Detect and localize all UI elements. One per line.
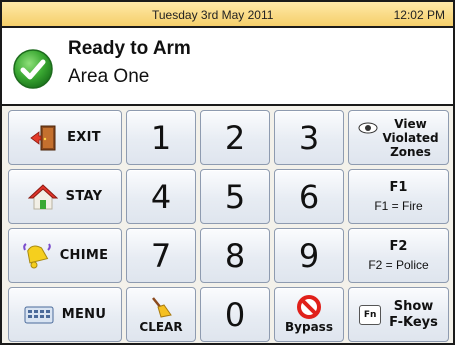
f2-label: F2 [389,238,408,254]
status-date: Tuesday 3rd May 2011 [152,8,274,22]
stay-button[interactable]: STAY [8,169,122,224]
digit-label: 3 [298,118,320,157]
view-line-1: View [394,116,427,131]
digit-0-button[interactable]: 0 [200,287,270,342]
chime-button[interactable]: CHIME [8,228,122,283]
f1-label: F1 [389,179,408,195]
status-time: 12:02 PM [393,8,445,22]
status-bar: Tuesday 3rd May 2011 12:02 PM [2,2,453,28]
show-line-2: F-Keys [389,314,438,330]
digit-label: 5 [224,177,246,216]
digit-3-button[interactable]: 3 [274,110,344,165]
arm-area-name: Area One [68,66,150,87]
f2-button[interactable]: F2 F2 = Police [348,228,449,283]
digit-2-button[interactable]: 2 [200,110,270,165]
view-violated-zones-label: View Violated Zones [382,117,438,159]
arm-status-title: Ready to Arm [68,38,191,59]
digit-8-button[interactable]: 8 [200,228,270,283]
show-f-keys-button[interactable]: Fn Show F-Keys [348,287,449,342]
broom-icon [152,296,172,318]
arm-status-panel: Ready to Arm Area One [2,28,453,106]
digit-5-button[interactable]: 5 [200,169,270,224]
clear-label: CLEAR [139,319,183,334]
chime-label: CHIME [59,248,109,263]
digit-label: 4 [150,177,172,216]
keypad: EXIT 1 2 3 View Violated Zones STAY 4 5 … [8,110,449,343]
stay-label: STAY [65,189,103,204]
digit-9-button[interactable]: 9 [274,228,344,283]
exit-door-icon [30,125,56,150]
bypass-label: Bypass [285,320,333,334]
view-line-2: Violated [382,130,439,145]
f1-button[interactable]: F1 F1 = Fire [348,169,449,224]
house-icon [27,183,58,209]
eye-icon [358,122,378,133]
bypass-button[interactable]: Bypass [274,287,344,342]
digit-label: 2 [224,118,246,157]
clear-button[interactable]: CLEAR [126,287,196,342]
fn-key-icon-text: Fn [363,309,377,320]
checkmark-icon [13,49,53,89]
digit-label: 6 [298,177,320,216]
keyboard-icon [24,306,54,323]
show-f-keys-label: Show F-Keys [389,299,438,331]
digit-label: 1 [150,118,172,157]
fn-key-icon: Fn [359,304,382,325]
digit-7-button[interactable]: 7 [126,228,196,283]
digit-label: 0 [224,295,246,334]
no-entry-icon [297,295,321,319]
view-violated-zones-button[interactable]: View Violated Zones [348,110,449,165]
digit-6-button[interactable]: 6 [274,169,344,224]
digit-label: 9 [298,236,320,275]
show-line-1: Show [393,298,434,314]
f1-sub-label: F1 = Fire [374,198,423,213]
digit-1-button[interactable]: 1 [126,110,196,165]
exit-button[interactable]: EXIT [8,110,122,165]
menu-button[interactable]: MENU [8,287,122,342]
view-line-3: Zones [390,144,431,159]
keypad-window: Tuesday 3rd May 2011 12:02 PM Ready to A… [0,0,455,345]
digit-label: 7 [150,236,172,275]
f2-sub-label: F2 = Police [368,257,429,272]
digit-label: 8 [224,236,246,275]
bell-icon [22,242,51,268]
digit-4-button[interactable]: 4 [126,169,196,224]
exit-label: EXIT [67,130,101,145]
menu-label: MENU [61,307,107,322]
